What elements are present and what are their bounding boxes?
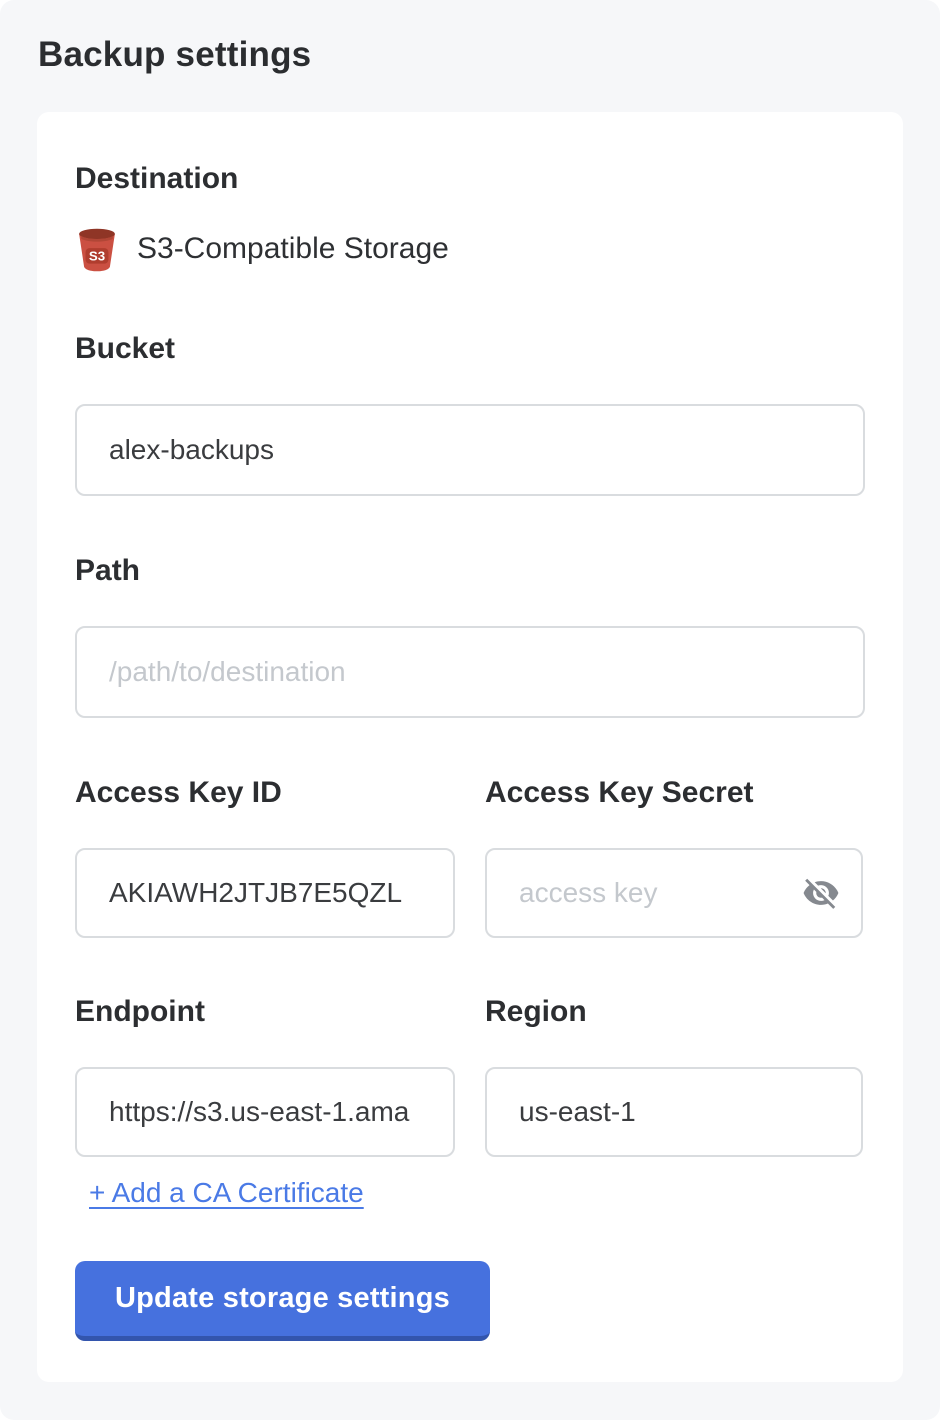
- endpoint-region-labels-row: Endpoint Region: [75, 995, 865, 1067]
- s3-icon-badge-text: S3: [89, 248, 105, 263]
- access-key-secret-wrap: [485, 848, 863, 938]
- access-key-id-label: Access Key ID: [75, 776, 455, 810]
- access-key-labels-row: Access Key ID Access Key Secret: [75, 776, 865, 848]
- access-key-inputs-row: [75, 848, 865, 938]
- destination-value: S3-Compatible Storage: [137, 226, 449, 272]
- bucket-label: Bucket: [75, 332, 865, 366]
- access-key-secret-label: Access Key Secret: [485, 776, 863, 810]
- endpoint-input[interactable]: [75, 1067, 455, 1157]
- endpoint-label: Endpoint: [75, 995, 455, 1029]
- path-label: Path: [75, 554, 865, 588]
- bucket-input[interactable]: [75, 404, 865, 496]
- endpoint-region-inputs-row: [75, 1067, 865, 1157]
- backup-settings-page: Backup settings Destination S3 S3-Compat…: [0, 0, 940, 1420]
- region-label: Region: [485, 995, 863, 1029]
- add-ca-certificate-link[interactable]: + Add a CA Certificate: [89, 1177, 364, 1209]
- destination-label: Destination: [75, 162, 865, 196]
- path-input[interactable]: [75, 626, 865, 718]
- access-key-id-input[interactable]: [75, 848, 455, 938]
- region-input[interactable]: [485, 1067, 863, 1157]
- eye-off-icon[interactable]: [801, 873, 841, 913]
- s3-bucket-icon: S3: [75, 226, 119, 272]
- update-storage-settings-button[interactable]: Update storage settings: [75, 1261, 490, 1341]
- page-title: Backup settings: [0, 0, 940, 76]
- backup-settings-card: Destination S3 S3-Compatible Storage Buc…: [37, 112, 903, 1382]
- destination-value-row: S3 S3-Compatible Storage: [75, 226, 865, 272]
